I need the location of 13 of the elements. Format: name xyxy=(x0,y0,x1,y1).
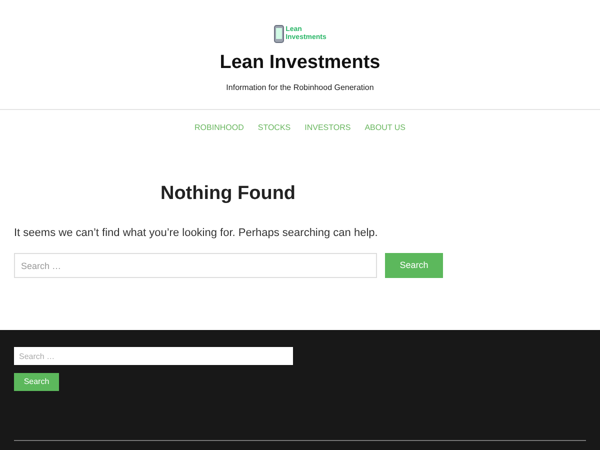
search-button[interactable]: Search xyxy=(385,253,443,278)
nav-link[interactable]: INVESTORS xyxy=(304,122,351,134)
site-title: Lean Investments xyxy=(220,51,380,75)
nav-link[interactable]: ROBINHOOD xyxy=(194,122,244,134)
nav-link[interactable]: ABOUT US xyxy=(364,122,406,134)
site-tagline: Information for the Robinhood Generation xyxy=(226,82,374,94)
nav-link[interactable]: STOCKS xyxy=(258,122,291,134)
page-heading: Nothing Found xyxy=(159,182,297,206)
footer-search-field[interactable]: Search … xyxy=(14,347,293,365)
footer-search-button[interactable]: Search xyxy=(14,373,59,391)
search-field[interactable]: Search … xyxy=(14,253,377,278)
phone-icon xyxy=(274,25,284,43)
message-text: It seems we can’t find what you’re looking for. Perhaps searching can help. xyxy=(14,226,379,240)
